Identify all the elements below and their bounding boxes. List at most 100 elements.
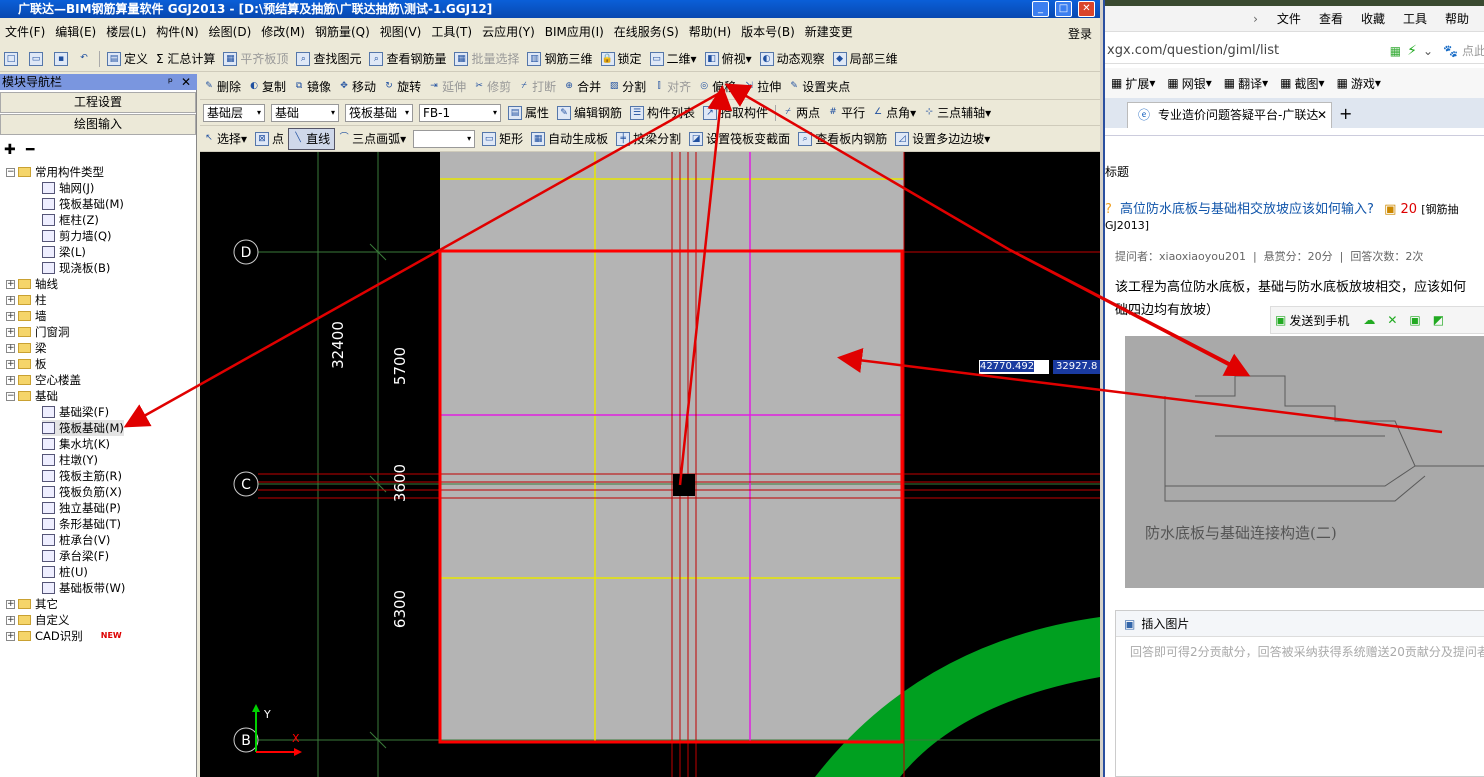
edit-tool-5[interactable]: ⇥ 延伸 [425, 76, 470, 98]
drawing-input-button[interactable]: 绘图输入 [0, 114, 196, 135]
tree-item-foundation[interactable]: 筏板负筋(X) [42, 484, 122, 500]
qr-icon[interactable]: ▦ [1390, 44, 1401, 58]
top-view-dropdown[interactable]: ◧ 俯视 ▾ [701, 48, 756, 70]
menu-item[interactable]: 编辑(E) [50, 21, 101, 43]
edit-tool-9[interactable]: ▨ 分割 [605, 76, 650, 98]
new-file-button[interactable]: □ [0, 48, 25, 70]
edit-tool-4[interactable]: ↻ 旋转 [380, 76, 425, 98]
fullscreen-icon[interactable]: ✕ [1387, 313, 1397, 327]
expand-toggle-icon[interactable]: − [6, 391, 15, 401]
new-tab-button[interactable]: + [1339, 104, 1352, 123]
tree-folder[interactable]: + CAD识别 NEW [6, 628, 122, 644]
menu-item[interactable]: 版本号(B) [736, 21, 800, 43]
set-multi-edge-slope-button[interactable]: ◿ 设置多边边坡 ▾ [891, 128, 994, 150]
edit-tool-3[interactable]: ✥ 移动 [335, 76, 380, 98]
search-box[interactable]: 点此 [1462, 42, 1484, 59]
two-point-axis-button[interactable]: ⌿ 两点 [779, 102, 824, 124]
tree-folder[interactable]: + 空心楼盖 [6, 372, 81, 388]
menu-item[interactable]: 钢筋量(Q) [310, 21, 375, 43]
close-button[interactable]: ✕ [1078, 1, 1095, 17]
browser-menu-item[interactable]: 收藏 [1352, 8, 1394, 30]
select-tool[interactable]: ↖ 选择 ▾ [200, 128, 251, 150]
view-rebar-button[interactable]: ⌕ 查看钢筋量 [365, 48, 450, 70]
favorites-item[interactable]: ▦ 扩展 ▾ [1105, 72, 1161, 94]
collapse-all-icon[interactable]: ━ [26, 142, 34, 158]
layer-select[interactable]: 基础层 ▾ [203, 103, 265, 122]
component-type-select[interactable]: 筏板基础 ▾ [345, 103, 413, 122]
component-list-button[interactable]: ☰ 构件列表 [626, 102, 699, 124]
tree-folder[interactable]: + 其它 [6, 596, 58, 612]
tree-folder[interactable]: + 轴线 [6, 276, 58, 292]
edit-tool-1[interactable]: ◐ 复制 [245, 76, 290, 98]
expand-all-icon[interactable]: ✚ [4, 142, 16, 158]
expand-toggle-icon[interactable]: + [6, 327, 15, 337]
flat-top-button[interactable]: ▦ 平齐板顶 [219, 48, 292, 70]
edit-icon[interactable]: ◩ [1433, 313, 1444, 327]
expand-toggle-icon[interactable]: + [6, 631, 15, 641]
favorites-item[interactable]: ▦ 截图 ▾ [1274, 72, 1330, 94]
open-file-button[interactable]: ▭ [25, 48, 50, 70]
rectangle-tool[interactable]: ▭ 矩形 [478, 128, 527, 150]
answer-editor[interactable]: ▣ 插入图片 回答即可得2分贡献分，回答被采纳获得系统赠送20贡献分及提问者 [1115, 610, 1484, 777]
category-select[interactable]: 基础 ▾ [271, 103, 339, 122]
line-tool[interactable]: ╲ 直线 [288, 127, 336, 150]
menu-item[interactable]: BIM应用(I) [540, 21, 609, 43]
minimize-button[interactable]: _ [1032, 1, 1049, 17]
point-tool[interactable]: ⊠ 点 [251, 128, 288, 150]
expand-toggle-icon[interactable]: + [6, 599, 15, 609]
view-slab-rebar-button[interactable]: ⌕ 查看板内钢筋 [794, 128, 891, 150]
parallel-axis-button[interactable]: # 平行 [824, 102, 869, 124]
edit-tool-2[interactable]: ⧉ 镜像 [290, 76, 335, 98]
browser-menu-item[interactable]: 帮助 [1436, 8, 1478, 30]
tab-close-icon[interactable]: ✕ [1317, 103, 1327, 127]
question-title-link[interactable]: 高位防水底板与基础相交放坡应该如何输入? [1120, 202, 1374, 217]
tree-folder[interactable]: + 门窗洞 [6, 324, 70, 340]
menu-item[interactable]: 帮助(H) [684, 21, 736, 43]
tree-folder[interactable]: + 梁 [6, 340, 47, 356]
component-name-select[interactable]: FB-1 ▾ [419, 103, 501, 122]
menu-item[interactable]: 文件(F) [0, 21, 50, 43]
tree-item-foundation[interactable]: 承台梁(F) [42, 548, 109, 564]
tree-item-foundation[interactable]: 筏板基础(M) [42, 420, 124, 436]
tree-item-foundation[interactable]: 集水坑(K) [42, 436, 110, 452]
tree-item-foundation[interactable]: 条形基础(T) [42, 516, 121, 532]
favorites-item[interactable]: ▦ 游戏 ▾ [1331, 72, 1387, 94]
properties-button[interactable]: ▤ 属性 [504, 102, 553, 124]
tree-item-foundation[interactable]: 桩承台(V) [42, 532, 110, 548]
tree-folder[interactable]: + 柱 [6, 292, 47, 308]
edit-rebar-button[interactable]: ✎ 编辑钢筋 [553, 102, 626, 124]
project-settings-button[interactable]: 工程设置 [0, 92, 196, 113]
paw-icon[interactable]: 🐾 [1443, 44, 1458, 58]
expand-toggle-icon[interactable]: − [6, 167, 15, 177]
question-image[interactable]: 防水底板与基础连接构造(二) [1125, 336, 1484, 588]
favorites-item[interactable]: ▦ 网银 ▾ [1161, 72, 1217, 94]
lock-button[interactable]: 🔒 锁定 [597, 48, 646, 70]
expand-toggle-icon[interactable]: + [6, 615, 15, 625]
find-element-button[interactable]: ⌕ 查找图元 [292, 48, 365, 70]
view-2d-dropdown[interactable]: ▭ 二维 ▾ [646, 48, 701, 70]
tree-item-common[interactable]: 轴网(J) [42, 180, 94, 196]
chevron-right-icon[interactable]: › [1253, 12, 1258, 26]
expand-toggle-icon[interactable]: + [6, 359, 15, 369]
expand-toggle-icon[interactable]: + [6, 343, 15, 353]
edit-tool-10[interactable]: ⫿ 对齐 [650, 76, 695, 98]
edit-tool-11[interactable]: ◎ 偏移 [695, 76, 740, 98]
menu-item[interactable]: 视图(V) [375, 21, 427, 43]
expand-toggle-icon[interactable]: + [6, 375, 15, 385]
tree-folder[interactable]: + 墙 [6, 308, 47, 324]
menu-item[interactable]: 云应用(Y) [477, 21, 540, 43]
coord-y-input[interactable]: 32927.8 [1053, 360, 1100, 374]
edit-tool-12[interactable]: ⇲ 拉伸 [740, 76, 785, 98]
send-to-phone-button[interactable]: ▣ 发送到手机 [1271, 309, 1353, 331]
dynamic-view-button[interactable]: ◐ 动态观察 [756, 48, 829, 70]
login-link[interactable]: 登录 [1068, 25, 1092, 42]
tree-item-foundation[interactable]: 柱墩(Y) [42, 452, 98, 468]
save-icon[interactable]: ▣ [1409, 313, 1420, 327]
menu-item[interactable]: 在线服务(S) [609, 21, 684, 43]
batch-select-button[interactable]: ▦ 批量选择 [450, 48, 523, 70]
browser-menu-item[interactable]: 文件 [1268, 8, 1310, 30]
tree-item-foundation[interactable]: 基础梁(F) [42, 404, 109, 420]
set-variable-section-button[interactable]: ◪ 设置筏板变截面 [685, 128, 794, 150]
favorites-item[interactable]: ▦ 翻译 ▾ [1218, 72, 1274, 94]
tree-item-common[interactable]: 筏板基础(M) [42, 196, 124, 212]
